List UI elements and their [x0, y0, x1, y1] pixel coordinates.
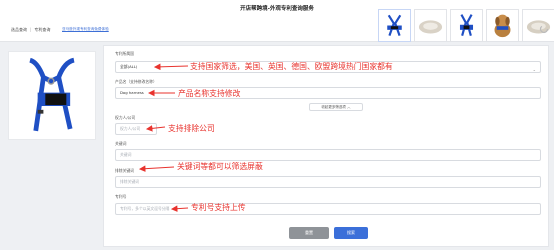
exclude-keywords-label: 排除关键词 — [115, 168, 134, 173]
thumbnail-5[interactable] — [522, 9, 554, 42]
breadcrumb-item-patent-query[interactable]: 专利查询 — [34, 27, 50, 32]
header-note-link[interactable]: 亚马逊外观专利查询免费体验 — [62, 27, 109, 32]
keywords-label: 关键词 — [115, 141, 127, 146]
thumbnail-1[interactable] — [378, 9, 411, 42]
patent-number-label: 专利号 — [115, 194, 127, 199]
keywords-input[interactable]: 关键词 — [115, 149, 541, 161]
reset-button[interactable]: 重置 — [289, 227, 329, 239]
search-form-panel — [103, 45, 549, 247]
annotation-country: 支持国家筛选，美国、英国、德国、欧盟跨境热门国家都有 — [190, 62, 393, 71]
blue-harness-icon — [459, 14, 474, 36]
breadcrumb-item-product-query[interactable]: 选品查询 — [11, 27, 27, 32]
country-label: 专利所属国 — [115, 51, 134, 56]
blue-harness-icon — [29, 57, 75, 132]
exclude-keywords-input[interactable]: 排除关键词 — [115, 176, 541, 188]
thumbnail-strip — [378, 9, 554, 45]
breadcrumb-separator: | — [30, 27, 32, 32]
assignee-input[interactable]: 权力人/公司 — [115, 123, 157, 135]
annotation-keywords: 关键词等都可以筛选屏蔽 — [177, 162, 263, 171]
thumbnail-3[interactable] — [450, 9, 483, 42]
product-image — [8, 51, 96, 140]
country-select-value: 全部(ALL) — [120, 64, 138, 69]
chevron-down-icon: ⌄ — [532, 67, 536, 72]
product-name-label: 产品名（支持修改名称） — [115, 79, 157, 84]
pet-bed-icon — [418, 20, 443, 34]
search-button[interactable]: 搜索 — [334, 227, 368, 239]
collapse-filters-button[interactable]: 收起更多筛选项 ︿ — [309, 103, 363, 111]
sub-tab-bar: 选品查询 | 专利查询 亚马逊外观专利查询免费体验 — [0, 24, 350, 36]
spinner-icon — [539, 24, 549, 34]
blue-harness-icon — [387, 14, 402, 37]
breadcrumb: 选品查询 | 专利查询 — [11, 27, 50, 33]
thumbnail-4[interactable] — [486, 9, 519, 42]
assignee-label: 权力人/公司 — [115, 115, 136, 120]
annotation-product-name: 产品名称支持修改 — [178, 89, 241, 98]
patent-number-input[interactable]: 专利号，多个以英文逗号分隔 — [115, 203, 541, 215]
annotation-assignee: 支持排除公司 — [168, 124, 215, 133]
dog-icon — [494, 14, 511, 38]
thumbnail-2[interactable] — [414, 9, 447, 42]
annotation-patent-number: 专利号支持上传 — [191, 203, 246, 212]
